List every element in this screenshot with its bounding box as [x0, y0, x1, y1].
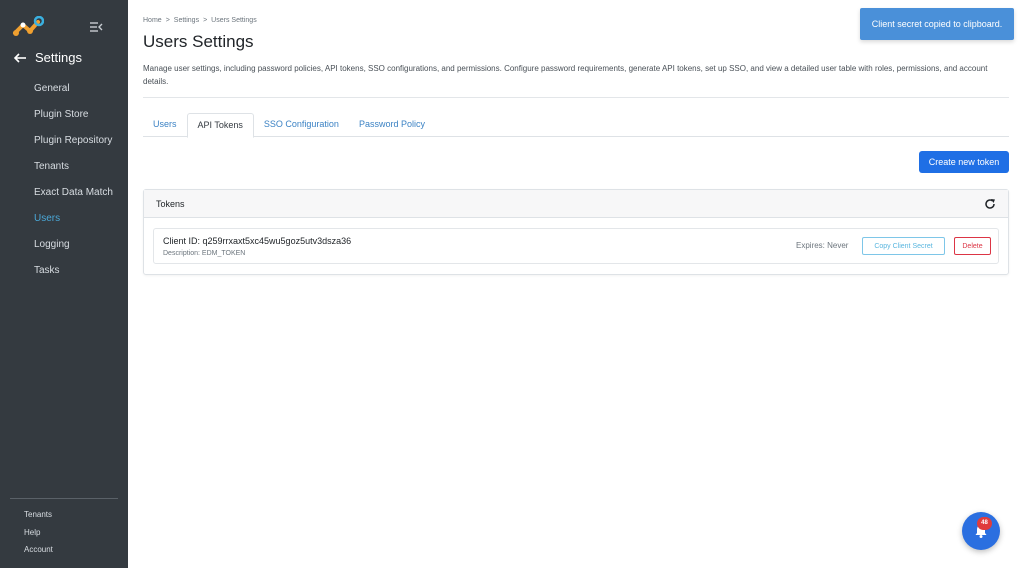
sidebar-collapse-icon[interactable] [88, 19, 104, 35]
footer-item-account[interactable]: Account [24, 543, 53, 561]
tab-sso-configuration[interactable]: SSO Configuration [254, 113, 349, 137]
token-client-id: Client ID: q259rrxaxt5xc45wu5goz5utv3dsz… [163, 236, 352, 246]
token-expires: Expires: Never [796, 241, 849, 250]
tokens-card: Tokens Client ID: q259rrxaxt5xc45wu5goz5… [143, 189, 1009, 275]
sidebar-nav: General Plugin Store Plugin Repository T… [0, 77, 128, 285]
tokens-card-header: Tokens [144, 190, 1008, 218]
breadcrumb-separator: > [165, 17, 170, 24]
footer-item-help[interactable]: Help [24, 526, 53, 544]
breadcrumb-settings[interactable]: Settings [174, 17, 199, 24]
refresh-icon[interactable] [984, 198, 996, 210]
sidebar-item-tenants[interactable]: Tenants [0, 155, 128, 181]
main-content: Home > Settings > Users Settings Users S… [128, 0, 1024, 568]
sidebar-item-plugin-repository[interactable]: Plugin Repository [0, 129, 128, 155]
sidebar-item-users[interactable]: Users [0, 207, 128, 233]
arrow-left-icon [13, 52, 26, 63]
sidebar-item-logging[interactable]: Logging [0, 233, 128, 259]
tokens-card-title: Tokens [156, 198, 185, 209]
tab-api-tokens[interactable]: API Tokens [186, 113, 254, 138]
breadcrumb-separator: > [203, 17, 208, 24]
breadcrumb: Home > Settings > Users Settings [143, 17, 257, 24]
footer-item-tenants[interactable]: Tenants [24, 508, 53, 526]
notification-count-badge: 48 [977, 517, 992, 530]
breadcrumb-home[interactable]: Home [143, 17, 162, 24]
tab-bar: Users API Tokens SSO Configuration Passw… [143, 113, 1009, 138]
copy-client-secret-button[interactable]: Copy Client Secret [862, 237, 945, 255]
page-description: Manage user settings, including password… [143, 64, 988, 86]
create-new-token-button[interactable]: Create new token [919, 151, 1009, 173]
sidebar-item-tasks[interactable]: Tasks [0, 259, 128, 285]
sidebar-item-general[interactable]: General [0, 77, 128, 103]
sidebar-item-plugin-store[interactable]: Plugin Store [0, 103, 128, 129]
sidebar-divider [10, 498, 118, 499]
token-description: Description: EDM_TOKEN [163, 250, 246, 257]
app-logo-icon[interactable] [12, 16, 44, 38]
sidebar: Settings General Plugin Store Plugin Rep… [0, 0, 128, 568]
token-row: Client ID: q259rrxaxt5xc45wu5goz5utv3dsz… [153, 228, 999, 264]
divider [143, 97, 1009, 98]
settings-heading: Settings [35, 50, 82, 65]
sidebar-footer-nav: Tenants Help Account [24, 508, 53, 561]
back-to-settings[interactable]: Settings [13, 50, 82, 65]
breadcrumb-current: Users Settings [211, 17, 257, 24]
tab-password-policy[interactable]: Password Policy [349, 113, 435, 137]
sidebar-item-exact-data-match[interactable]: Exact Data Match [0, 181, 128, 207]
tab-users[interactable]: Users [143, 113, 187, 137]
toast-notification[interactable]: Client secret copied to clipboard. [860, 8, 1014, 40]
page-title: Users Settings [143, 32, 254, 51]
delete-token-button[interactable]: Delete [954, 237, 991, 255]
